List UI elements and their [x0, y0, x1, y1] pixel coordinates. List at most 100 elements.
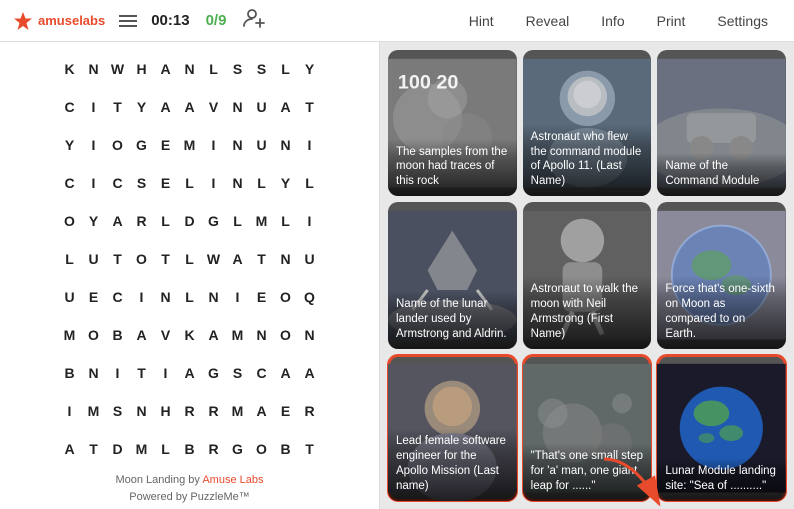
grid-cell: U [298, 240, 322, 278]
grid-cell: T [82, 430, 106, 468]
grid-cell: E [250, 278, 274, 316]
card-label: Lunar Module landing site: "Sea of .....… [657, 458, 786, 501]
grid-cell: K [178, 316, 202, 354]
grid-cell: C [106, 278, 130, 316]
grid-cell: C [250, 354, 274, 392]
grid-cell: S [130, 164, 154, 202]
card-item[interactable]: Lead female software engineer for the Ap… [388, 355, 517, 501]
hint-button[interactable]: Hint [455, 8, 508, 34]
grid-cell: B [178, 430, 202, 468]
grid-cell: S [106, 392, 130, 430]
grid-cell: Y [130, 88, 154, 126]
grid-cell: A [226, 240, 250, 278]
card-item[interactable]: Astronaut who flew the command module of… [523, 50, 652, 196]
grid-cell: A [154, 50, 178, 88]
grid-cell: K [58, 50, 82, 88]
reveal-button[interactable]: Reveal [512, 8, 584, 34]
card-item[interactable]: Name of the lunar lander used by Armstro… [388, 202, 517, 348]
grid-cell: A [250, 392, 274, 430]
grid-cell: I [154, 354, 178, 392]
grid-cell: H [130, 50, 154, 88]
grid-cell: A [274, 88, 298, 126]
grid-cell: T [106, 88, 130, 126]
grid-cell: L [154, 430, 178, 468]
grid-cell: O [82, 316, 106, 354]
grid-cell: W [202, 240, 226, 278]
grid-cell: N [226, 88, 250, 126]
grid-cell: A [154, 88, 178, 126]
grid-cell: O [250, 430, 274, 468]
grid-cell: U [250, 126, 274, 164]
footer-link[interactable]: Amuse Labs [202, 474, 263, 486]
grid-cell: R [202, 430, 226, 468]
grid-cell: Y [298, 50, 322, 88]
grid-cell: A [274, 354, 298, 392]
card-item[interactable]: Force that's one-sixth on Moon as compar… [657, 202, 786, 348]
card-item[interactable]: 100 20 The samples from the moon had tra… [388, 50, 517, 196]
logo-icon [12, 10, 34, 32]
grid-cell: M [226, 392, 250, 430]
cards-panel: 100 20 The samples from the moon had tra… [380, 42, 794, 509]
grid-cell: V [154, 316, 178, 354]
grid-cell: I [58, 392, 82, 430]
grid-cell: I [202, 126, 226, 164]
card-label: Astronaut to walk the moon with Neil Arm… [523, 276, 652, 349]
grid-cell: A [130, 316, 154, 354]
score-display: 0/9 [206, 12, 227, 29]
grid-cell: U [82, 240, 106, 278]
grid-cell: O [130, 240, 154, 278]
info-button[interactable]: Info [587, 8, 638, 34]
grid-cell: Y [58, 126, 82, 164]
grid-cell: N [202, 278, 226, 316]
grid-cell: M [178, 126, 202, 164]
grid-cell: T [106, 240, 130, 278]
grid-cell: N [274, 126, 298, 164]
grid-cell: E [154, 126, 178, 164]
grid-cell: L [202, 50, 226, 88]
settings-button[interactable]: Settings [703, 8, 782, 34]
card-item[interactable]: "That's one small step for 'a' man, one … [523, 355, 652, 501]
grid-cell: U [250, 88, 274, 126]
grid-cell: O [274, 278, 298, 316]
add-user-button[interactable] [242, 6, 266, 35]
card-item[interactable]: Astronaut to walk the moon with Neil Arm… [523, 202, 652, 348]
card-label: Force that's one-sixth on Moon as compar… [657, 276, 786, 349]
grid-cell: Q [298, 278, 322, 316]
card-label: Lead female software engineer for the Ap… [388, 428, 517, 501]
grid-cell: W [106, 50, 130, 88]
grid-cell: A [298, 354, 322, 392]
grid-cell: N [250, 316, 274, 354]
grid-cell: T [154, 240, 178, 278]
grid-cell: T [298, 430, 322, 468]
grid-cell: S [226, 50, 250, 88]
wordsearch-grid: KNWHANLSSLYCITYAAVNUATYIOGEMINUNICICSELI… [58, 50, 322, 468]
grid-cell: R [130, 202, 154, 240]
footer-trademark: PuzzleMe™ [190, 491, 249, 503]
grid-cell: B [58, 354, 82, 392]
cards-grid: 100 20 The samples from the moon had tra… [388, 50, 786, 501]
grid-cell: M [250, 202, 274, 240]
grid-cell: N [274, 240, 298, 278]
wordsearch-footer: Moon Landing by Amuse Labs Powered by Pu… [115, 472, 263, 505]
grid-cell: A [106, 202, 130, 240]
grid-cell: E [274, 392, 298, 430]
hamburger-button[interactable] [119, 15, 137, 27]
grid-cell: M [226, 316, 250, 354]
grid-cell: M [58, 316, 82, 354]
grid-cell: C [58, 164, 82, 202]
grid-cell: G [130, 126, 154, 164]
svg-text:100 20: 100 20 [398, 72, 459, 94]
grid-cell: T [130, 354, 154, 392]
grid-cell: L [154, 202, 178, 240]
grid-cell: A [202, 316, 226, 354]
app-header: amuselabs 00:13 0/9 Hint Reveal Info Pri… [0, 0, 794, 42]
card-label: "That's one small step for 'a' man, one … [523, 443, 652, 501]
print-button[interactable]: Print [643, 8, 700, 34]
grid-cell: T [250, 240, 274, 278]
grid-cell: L [58, 240, 82, 278]
grid-cell: M [130, 430, 154, 468]
timer-display: 00:13 [151, 12, 189, 29]
card-item[interactable]: Name of the Command Module [657, 50, 786, 196]
card-item[interactable]: Lunar Module landing site: "Sea of .....… [657, 355, 786, 501]
grid-cell: I [106, 354, 130, 392]
